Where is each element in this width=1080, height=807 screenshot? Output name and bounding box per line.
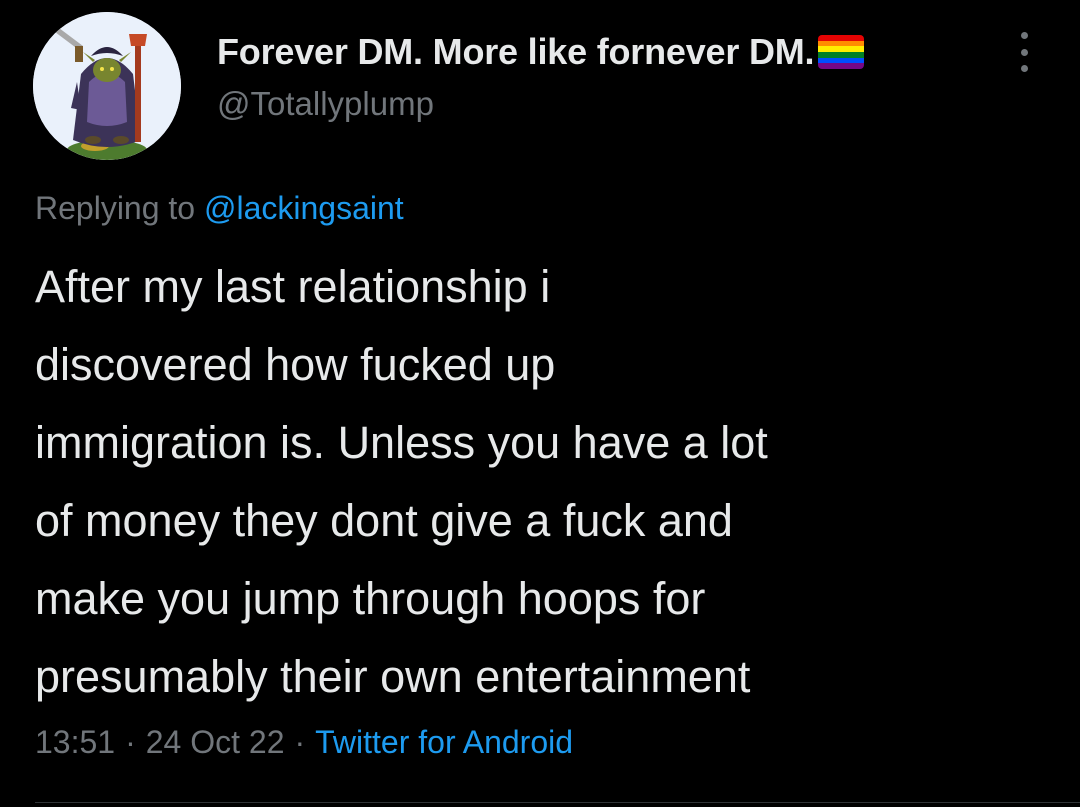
more-dot	[1020, 65, 1028, 72]
replying-to: Replying to @lackingsaint	[35, 190, 404, 227]
tweet-header: Forever DM. More like fornever DM. @Tota…	[217, 26, 865, 123]
tweet-date[interactable]: 24 Oct 22	[146, 724, 285, 760]
tweet-text-line: make you jump through hoops for	[35, 573, 706, 624]
tweet-time[interactable]: 13:51	[35, 724, 115, 760]
goblin-warrior-avatar-icon	[33, 12, 181, 160]
more-dot	[1020, 48, 1028, 56]
author-display-name[interactable]: Forever DM. More like fornever DM.	[217, 31, 815, 73]
tweet-meta: 13:51 · 24 Oct 22 · Twitter for Android	[35, 724, 573, 761]
display-name-row: Forever DM. More like fornever DM.	[217, 26, 865, 78]
replying-to-label: Replying to	[35, 190, 196, 226]
more-vertical-icon	[1020, 32, 1028, 39]
rainbow-flag-icon	[818, 35, 865, 69]
author-handle[interactable]: @Totallyplump	[217, 85, 864, 123]
replying-to-handle-link[interactable]: @lackingsaint	[204, 190, 404, 226]
tweet-text-line: presumably their own entertainment	[35, 651, 751, 702]
tweet-text-line: discovered how fucked up	[35, 339, 556, 390]
tweet-text-line: immigration is. Unless you have a lot	[35, 417, 768, 468]
meta-separator: ·	[294, 724, 306, 760]
tweet-text-line: of money they dont give a fuck and	[35, 495, 733, 546]
divider	[35, 802, 1080, 803]
meta-separator: ·	[125, 724, 136, 760]
more-options-button[interactable]	[1012, 32, 1036, 72]
tweet-text-line: After my last relationship i	[35, 261, 551, 312]
tweet-text: After my last relationship i discovered …	[35, 248, 1045, 716]
tweet-source-link[interactable]: Twitter for Android	[315, 724, 573, 760]
author-avatar[interactable]	[33, 12, 181, 160]
